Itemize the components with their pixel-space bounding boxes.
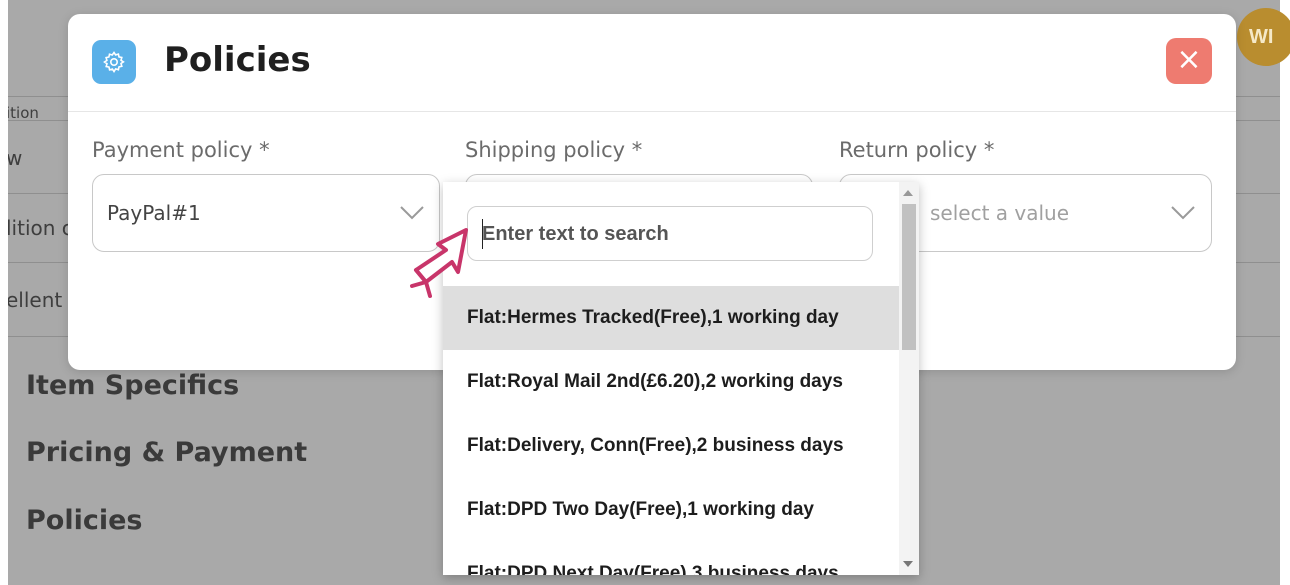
return-policy-placeholder: select a value <box>930 201 1070 225</box>
dropdown-option[interactable]: Flat:Delivery, Conn(Free),2 business day… <box>443 414 899 478</box>
bg-row-label: ition <box>8 104 39 122</box>
chevron-down-icon <box>400 206 424 220</box>
section-item-specifics[interactable]: Item Specifics <box>26 370 239 401</box>
section-pricing-payment[interactable]: Pricing & Payment <box>26 437 307 468</box>
close-icon: × <box>1176 42 1202 77</box>
search-input[interactable] <box>482 219 852 249</box>
modal-title: Policies <box>164 40 311 80</box>
dropdown-search[interactable] <box>467 206 873 261</box>
payment-policy-select[interactable]: PayPal#1 <box>92 174 440 252</box>
dropdown-option[interactable]: Flat:DPD Two Day(Free),1 working day <box>443 478 899 542</box>
chevron-down-icon <box>1171 206 1195 220</box>
section-policies[interactable]: Policies <box>26 505 143 536</box>
modal-header: Policies × <box>68 14 1236 112</box>
bg-row-label: lition c <box>8 216 73 240</box>
option-list: Flat:Hermes Tracked(Free),1 working day … <box>443 286 899 575</box>
bg-row-label: ellent <box>8 288 63 312</box>
gear-icon <box>92 40 136 84</box>
pointer-arrow-icon <box>410 228 468 298</box>
text-caret <box>482 219 483 249</box>
scroll-down-icon[interactable] <box>903 561 913 567</box>
payment-policy-value: PayPal#1 <box>107 201 201 225</box>
shipping-policy-dropdown: Flat:Hermes Tracked(Free),1 working day … <box>443 182 919 575</box>
bg-row-label: w <box>8 146 23 170</box>
dropdown-option[interactable]: Flat:Hermes Tracked(Free),1 working day <box>443 286 899 350</box>
scroll-up-icon[interactable] <box>903 190 913 196</box>
avatar[interactable]: WI <box>1237 8 1290 66</box>
scroll-thumb[interactable] <box>902 204 916 350</box>
shipping-policy-label: Shipping policy * <box>465 138 643 162</box>
return-policy-label: Return policy * <box>839 138 995 162</box>
dropdown-option[interactable]: Flat:DPD Next Day(Free),3 business days <box>443 542 899 575</box>
dropdown-scrollbar[interactable] <box>899 182 919 575</box>
payment-policy-label: Payment policy * <box>92 138 270 162</box>
close-button[interactable]: × <box>1166 38 1212 84</box>
dropdown-option[interactable]: Flat:Royal Mail 2nd(£6.20),2 working day… <box>443 350 899 414</box>
